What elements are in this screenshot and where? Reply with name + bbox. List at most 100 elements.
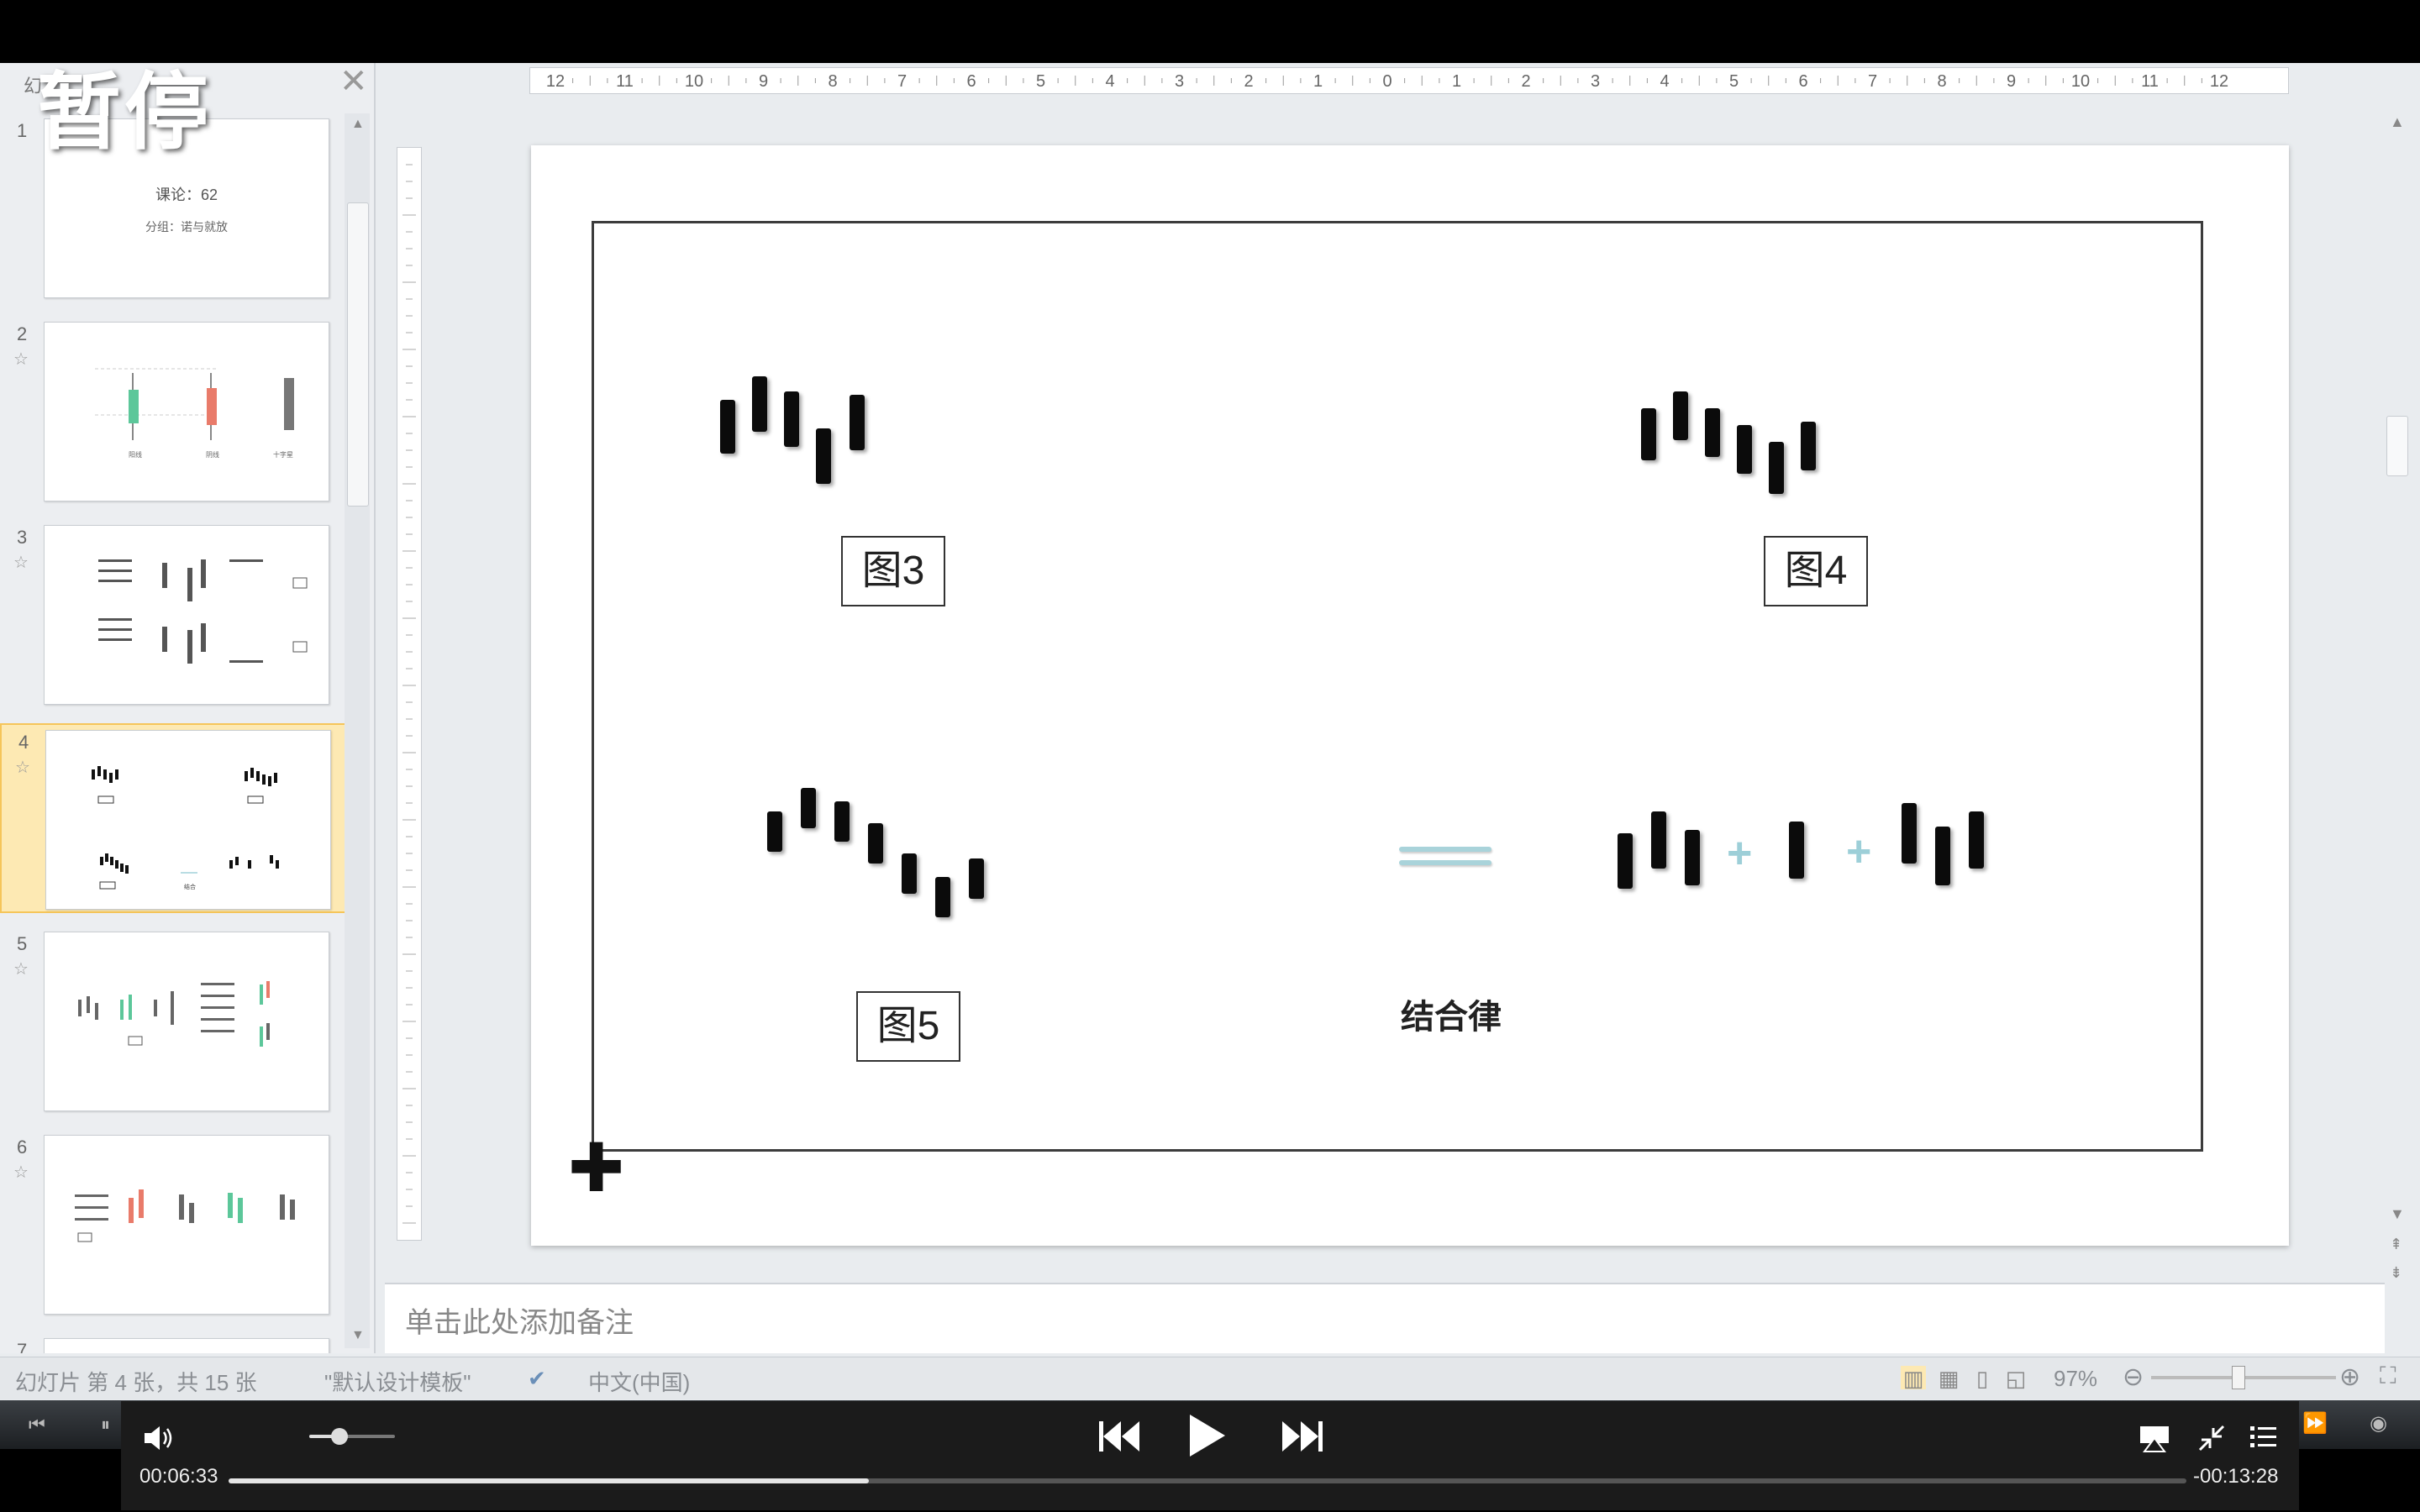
- next-slide-icon[interactable]: ⇟: [2390, 1264, 2402, 1282]
- figure-3-label[interactable]: 图3: [841, 536, 945, 606]
- associative-law-caption[interactable]: 结合律: [1401, 990, 1502, 1038]
- pane-close-icon[interactable]: ✕: [339, 65, 368, 98]
- thumbnail-scroll-handle[interactable]: [347, 202, 369, 507]
- thumbnail-image[interactable]: [44, 525, 329, 705]
- thumbnail-candles-3: [98, 559, 308, 664]
- first-slide-icon[interactable]: ⏮: [29, 1415, 45, 1434]
- ruler-label: 5: [1729, 72, 1739, 91]
- slide-border-rectangle[interactable]: 图3 图4 图5 结合律 + +: [592, 221, 2203, 1152]
- animation-star-icon: ☆: [13, 1163, 29, 1182]
- thumbnail-slide-5[interactable]: 5 ☆: [0, 927, 361, 1116]
- fit-to-window-icon[interactable]: ⛶: [2380, 1362, 2396, 1390]
- notes-pane[interactable]: 单击此处添加备注: [385, 1283, 2385, 1353]
- figure-5-label[interactable]: 图5: [856, 991, 960, 1062]
- candle: [801, 788, 816, 828]
- thumbnail-number: 6: [17, 1137, 28, 1158]
- volume-icon[interactable]: [143, 1423, 176, 1453]
- fast-forward-icon[interactable]: ⏩: [2302, 1414, 2328, 1434]
- spellcheck-icon[interactable]: ✔: [528, 1366, 546, 1392]
- scroll-down-icon[interactable]: ▼: [2390, 1205, 2405, 1223]
- pause-overlay-label: 暂停: [37, 66, 212, 160]
- svg-text:阳线: 阳线: [129, 450, 142, 459]
- zoom-out-icon[interactable]: ⊖: [2123, 1362, 2144, 1392]
- animation-star-icon: ☆: [13, 554, 29, 572]
- notes-placeholder[interactable]: 单击此处添加备注: [405, 1299, 634, 1341]
- thumbnail-slide-7[interactable]: 7: [0, 1333, 361, 1353]
- volume-slider-knob[interactable]: [330, 1428, 348, 1445]
- ruler-label: 12: [2210, 72, 2228, 91]
- thumbnail-image[interactable]: [44, 1135, 329, 1315]
- thumbnail-slide-6[interactable]: 6 ☆: [0, 1130, 361, 1320]
- animation-star-icon: ☆: [13, 960, 29, 979]
- ruler-label: 8: [828, 72, 837, 91]
- thumbnail-number: 1: [17, 120, 28, 141]
- candle: [1705, 408, 1720, 457]
- slide-scrollbar[interactable]: ▲ ▼ ⇞ ⇟: [2383, 113, 2412, 1289]
- previous-track-icon[interactable]: [1097, 1418, 1141, 1455]
- candle: [784, 391, 799, 447]
- progress-bar[interactable]: [229, 1478, 2186, 1483]
- thumbnail-candles-6: [75, 1189, 295, 1242]
- thumbnail-candles-5: [78, 981, 270, 1047]
- ruler-label: 6: [1798, 72, 1807, 91]
- exit-fullscreen-icon[interactable]: [2196, 1423, 2227, 1453]
- pause-small-icon[interactable]: ⏸: [101, 1415, 110, 1434]
- candle: [969, 858, 984, 899]
- candle: [1641, 408, 1656, 460]
- candle: [1651, 811, 1666, 869]
- slideshow-view-icon[interactable]: ◱: [2003, 1366, 2028, 1391]
- thumbnail-slide-2[interactable]: 2 ☆ 阳线 阴线 十字星: [0, 317, 361, 507]
- play-icon[interactable]: [1186, 1413, 1227, 1458]
- slide-canvas[interactable]: 图3 图4 图5 结合律 + +: [531, 145, 2289, 1246]
- previous-slide-icon[interactable]: ⇞: [2390, 1236, 2402, 1253]
- ruler-label: 10: [685, 72, 703, 91]
- ruler-label: 5: [1036, 72, 1045, 91]
- zoom-slider-knob[interactable]: [2232, 1366, 2245, 1389]
- slide-scroll-handle[interactable]: [2386, 416, 2408, 476]
- slide-thumbnail-pane: 幻 ✕ 1 课论：62 分组：诺与就放 2 ☆ 阳线 阴线 十字星 3 ☆ 4 …: [0, 63, 376, 1353]
- record-icon[interactable]: ◉: [2370, 1414, 2387, 1434]
- language-text[interactable]: 中文(中国): [588, 1366, 690, 1397]
- volume-slider[interactable]: [309, 1428, 395, 1445]
- candle: [935, 877, 950, 917]
- ruler-label: 6: [966, 72, 976, 91]
- next-track-icon[interactable]: [1281, 1418, 1324, 1455]
- thumbnail-slide-3[interactable]: 3 ☆: [0, 520, 361, 710]
- vertical-ruler: [397, 147, 422, 1241]
- thumbnail-image[interactable]: [44, 932, 329, 1111]
- zoom-in-icon[interactable]: ⊕: [2339, 1362, 2360, 1392]
- candle: [1618, 833, 1633, 889]
- ruler-label: 7: [897, 72, 907, 91]
- slide-sorter-icon[interactable]: ▦: [1936, 1366, 1961, 1391]
- ruler-label: 2: [1521, 72, 1530, 91]
- candle: [1789, 822, 1804, 879]
- figure-4-label[interactable]: 图4: [1764, 536, 1868, 606]
- normal-view-icon[interactable]: ▥: [1901, 1366, 1926, 1391]
- airplay-icon[interactable]: [2138, 1425, 2171, 1453]
- candle: [752, 376, 767, 432]
- scroll-up-icon[interactable]: ▲: [351, 117, 365, 132]
- ruler-label: 9: [759, 72, 768, 91]
- candle: [1673, 391, 1688, 440]
- playlist-icon[interactable]: [2250, 1425, 2277, 1450]
- ruler-label: 7: [1868, 72, 1877, 91]
- reading-view-icon[interactable]: ▯: [1970, 1366, 1995, 1391]
- candle: [834, 801, 850, 842]
- thumbnail-image[interactable]: 阳线 阴线 十字星: [44, 322, 329, 501]
- thumbnail-subtitle: 分组：诺与就放: [145, 220, 228, 234]
- scroll-down-icon[interactable]: ▼: [351, 1328, 365, 1343]
- thumbnail-number: 5: [17, 933, 28, 954]
- current-time: 00:06:33: [139, 1465, 218, 1488]
- candle: [1969, 811, 1984, 869]
- thumbnail-image[interactable]: 结合: [45, 730, 331, 910]
- thumbnail-slide-4[interactable]: 4 ☆ 结合: [0, 723, 361, 913]
- scroll-up-icon[interactable]: ▲: [2390, 113, 2405, 131]
- thumbnail-image[interactable]: [44, 1338, 329, 1353]
- thumbnail-scrollbar[interactable]: ▲ ▼: [345, 113, 370, 1348]
- status-bar: 幻灯片 第 4 张，共 15 张 "默认设计模板" ✔ 中文(中国) ▥ ▦ ▯…: [0, 1357, 2420, 1399]
- zoom-level-text[interactable]: 97%: [2054, 1366, 2097, 1392]
- svg-text:阴线: 阴线: [206, 450, 219, 459]
- plus-sign-2: +: [1846, 827, 1872, 876]
- horizontal-ruler: 12 11 10 9 8 7 6 5 4 3 2 1 0 1 2 3 4 5 6 7 8 9 10 11 12: [529, 67, 2289, 94]
- plus-sign-1: +: [1727, 829, 1753, 878]
